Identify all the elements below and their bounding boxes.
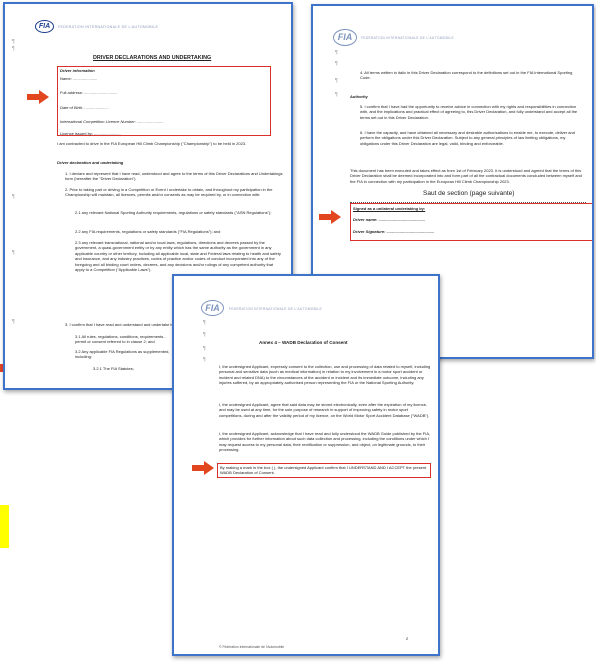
consent-paragraph-2: I, the undersigned Applicant, agree that… xyxy=(219,402,430,418)
arrow-right-icon xyxy=(192,461,214,475)
signature-box-heading: Signed as a unilateral undertaking by: xyxy=(353,206,426,211)
fia-logo: FIA xyxy=(35,20,54,33)
fia-logo: FIA xyxy=(333,29,357,46)
clause-3-2-1: 3.2.1 The FIA Statutes; xyxy=(93,366,134,371)
date-of-birth-field[interactable]: Date of Birth: ...................... xyxy=(60,105,109,110)
pilcrow: ¶ xyxy=(335,92,338,98)
pilcrow: ¶ xyxy=(335,78,338,84)
pilcrow: ¶ xyxy=(12,194,15,200)
licence-number-field[interactable]: International Competition Licence Number… xyxy=(60,119,164,124)
pilcrow: ¶ xyxy=(12,39,15,45)
clause-3-1: 3.1 All rules, regulations, conditions, … xyxy=(75,334,167,345)
consent-paragraph-3: I, the undersigned Applicant, acknowledg… xyxy=(219,431,431,453)
licence-issued-by-field[interactable]: Licence issued by: .....................… xyxy=(60,131,121,136)
authority-heading: Authority xyxy=(350,94,368,99)
pilcrow: ¶ xyxy=(12,46,15,52)
address-field[interactable]: Full address: ..........................… xyxy=(60,90,117,95)
federation-header: FEDERATION INTERNATIONALE DE L'AUTOMOBIL… xyxy=(361,36,454,40)
highlight-marker xyxy=(0,505,9,548)
driver-name-field[interactable]: Driver name: ...........................… xyxy=(353,217,425,222)
executed-paragraph: This document has been executed and take… xyxy=(350,168,582,184)
arrow-right-icon xyxy=(319,210,341,224)
driver-signature-field[interactable]: Driver Signature: ......................… xyxy=(353,229,434,234)
pilcrow: ¶ xyxy=(203,346,206,352)
name-field[interactable]: Name: ...................... xyxy=(60,76,97,81)
clause-4: 4. All terms written in italic in this D… xyxy=(360,70,573,81)
pilcrow: ¶ xyxy=(12,319,15,325)
document-title: DRIVER DECLARATIONS AND UNDERTAKING xyxy=(93,55,212,61)
clause-5: 5. I confirm that I have had the opportu… xyxy=(360,104,578,120)
clause-6: 6. I have the capacity, and have obtaine… xyxy=(360,130,575,146)
pilcrow: ¶ xyxy=(335,61,338,67)
consent-paragraph-1: I, the undersigned Applicant, expressly … xyxy=(219,364,431,386)
clause-1: 1. I declare and represent that I have r… xyxy=(65,171,283,182)
footer-page-number: 2 xyxy=(406,636,409,641)
clause-2: 2. Prior to taking part or driving in a … xyxy=(65,187,273,198)
annex-title: Annex 4 – WADB Declaration of Consent xyxy=(259,340,348,345)
pilcrow: ¶ xyxy=(12,250,15,256)
footer-copyright: © Fédération Internationale de l'Automob… xyxy=(219,645,285,649)
federation-header: FEDERATION INTERNATIONALE DE L'AUTOMOBIL… xyxy=(229,307,322,311)
pilcrow: ¶ xyxy=(203,357,206,363)
federation-header: FEDERATION INTERNATIONALE DE L'AUTOMOBIL… xyxy=(58,25,159,29)
pilcrow: ¶ xyxy=(203,320,206,326)
fia-logo: FIA xyxy=(201,300,224,316)
section-heading: Driver declaration and undertaking xyxy=(57,160,124,165)
consent-checkbox-statement[interactable]: By making a mark in the box ( ), the und… xyxy=(220,465,428,476)
driver-information-heading: Driver information xyxy=(60,68,95,73)
clause-2-1: 2.1 any relevant National Sporting Autho… xyxy=(75,210,272,215)
contracted-paragraph: I am contracted to drive in the FIA Euro… xyxy=(57,141,247,146)
pilcrow: ¶ xyxy=(335,50,338,56)
pilcrow: ¶ xyxy=(203,332,206,338)
arrow-right-icon xyxy=(27,90,49,104)
clause-2-2: 2.2 any FIA requirements, regulations or… xyxy=(75,229,221,234)
clause-3-2: 3.2 Any applicable FIA Regulations as su… xyxy=(75,349,170,360)
section-break-label: Saut de section (page suivante) xyxy=(421,190,517,198)
